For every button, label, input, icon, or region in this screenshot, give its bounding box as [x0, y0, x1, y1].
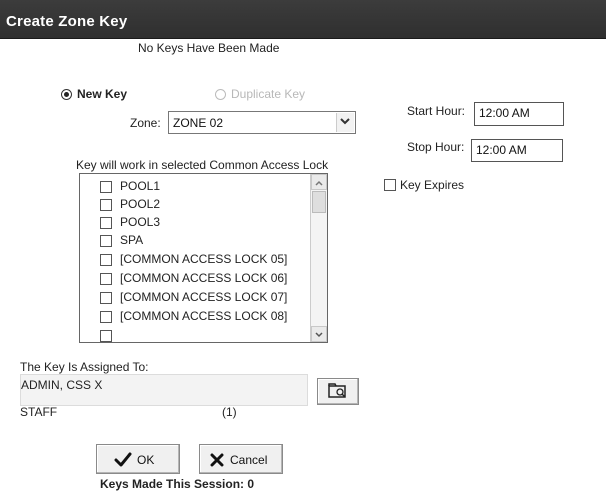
stop-hour-label: Stop Hour:: [407, 140, 465, 154]
lock-label: POOL1: [120, 179, 161, 193]
duplicate-key-label: Duplicate Key: [231, 87, 306, 101]
assigned-to-label: The Key Is Assigned To:: [20, 360, 149, 374]
title-bar: Create Zone Key: [0, 0, 606, 39]
assigned-count: (1): [222, 405, 237, 419]
list-item[interactable]: [COMMON ACCESS LOCK 05]: [100, 251, 320, 269]
keys-made-status: No Keys Have Been Made: [138, 41, 280, 55]
lock-checkbox[interactable]: [100, 181, 112, 193]
lock-label: POOL3: [120, 215, 161, 229]
zone-label: Zone:: [130, 116, 161, 130]
lock-checkbox[interactable]: [100, 254, 112, 266]
lock-checkbox[interactable]: [100, 311, 112, 323]
ok-button-label: OK: [137, 453, 155, 467]
folder-search-icon: [328, 383, 346, 398]
lock-label: [COMMON ACCESS LOCK 08]: [120, 309, 288, 323]
chevron-up-icon: [315, 180, 323, 186]
lock-checkbox[interactable]: [100, 217, 112, 229]
chevron-down-icon: [340, 118, 350, 125]
chevron-down-icon: [315, 332, 323, 338]
lock-checkbox[interactable]: [100, 273, 112, 285]
locks-list-label: Key will work in selected Common Access …: [76, 158, 329, 172]
lock-label: [COMMON ACCESS LOCK 07]: [120, 290, 288, 304]
window-title: Create Zone Key: [6, 13, 128, 30]
lock-label: SPA: [120, 233, 144, 247]
scroll-thumb[interactable]: [312, 191, 326, 213]
check-icon: [114, 452, 132, 467]
list-item[interactable]: [COMMON ACCESS LOCK 07]: [100, 289, 320, 307]
lock-label: POOL2: [120, 197, 161, 211]
list-item[interactable]: SPA: [100, 232, 320, 250]
cancel-button[interactable]: Cancel: [199, 444, 283, 474]
locks-scrollbar[interactable]: [310, 174, 327, 342]
lock-checkbox[interactable]: [100, 330, 112, 342]
keys-made-session: Keys Made This Session: 0: [100, 477, 255, 491]
create-zone-key-dialog: Create Zone Key No Keys Have Been Made N…: [0, 0, 606, 496]
new-key-radio[interactable]: [61, 89, 72, 100]
assigned-name: ADMIN, CSS X: [21, 378, 103, 392]
key-expires-label: Key Expires: [400, 178, 465, 192]
lock-label: [COMMON ACCESS LOCK 06]: [120, 271, 288, 285]
lock-checkbox[interactable]: [100, 292, 112, 304]
lock-label: [COMMON ACCESS LOCK 05]: [120, 252, 288, 266]
key-expires-checkbox[interactable]: [384, 179, 396, 191]
list-item-partial[interactable]: [100, 327, 320, 342]
zone-select[interactable]: ZONE 02: [168, 111, 356, 134]
cancel-button-label: Cancel: [230, 453, 268, 467]
list-item[interactable]: POOL3: [100, 214, 320, 232]
start-hour-label: Start Hour:: [407, 104, 466, 118]
lock-checkbox[interactable]: [100, 235, 112, 247]
zone-select-value: ZONE 02: [173, 116, 224, 130]
zone-dropdown-button[interactable]: [336, 113, 354, 132]
assigned-to-field: ADMIN, CSS X: [20, 374, 308, 406]
assigned-role: STAFF: [20, 405, 58, 419]
new-key-label: New Key: [77, 87, 128, 101]
ok-button[interactable]: OK: [96, 444, 180, 474]
list-item[interactable]: [COMMON ACCESS LOCK 08]: [100, 308, 320, 326]
stop-hour-field[interactable]: 12:00 AM: [471, 139, 563, 162]
x-icon: [210, 453, 224, 467]
scroll-up-button[interactable]: [311, 174, 327, 190]
start-hour-field[interactable]: 12:00 AM: [474, 102, 564, 126]
scroll-down-button[interactable]: [311, 326, 327, 342]
lock-checkbox[interactable]: [100, 199, 112, 211]
list-item[interactable]: POOL1: [100, 178, 320, 196]
list-item[interactable]: [COMMON ACCESS LOCK 06]: [100, 270, 320, 288]
lookup-user-button[interactable]: [317, 378, 359, 405]
duplicate-key-radio[interactable]: [215, 89, 226, 100]
locks-listbox[interactable]: POOL1 POOL2 POOL3 SPA [COMMON ACCESS LOC…: [79, 173, 328, 343]
list-item[interactable]: POOL2: [100, 196, 320, 214]
